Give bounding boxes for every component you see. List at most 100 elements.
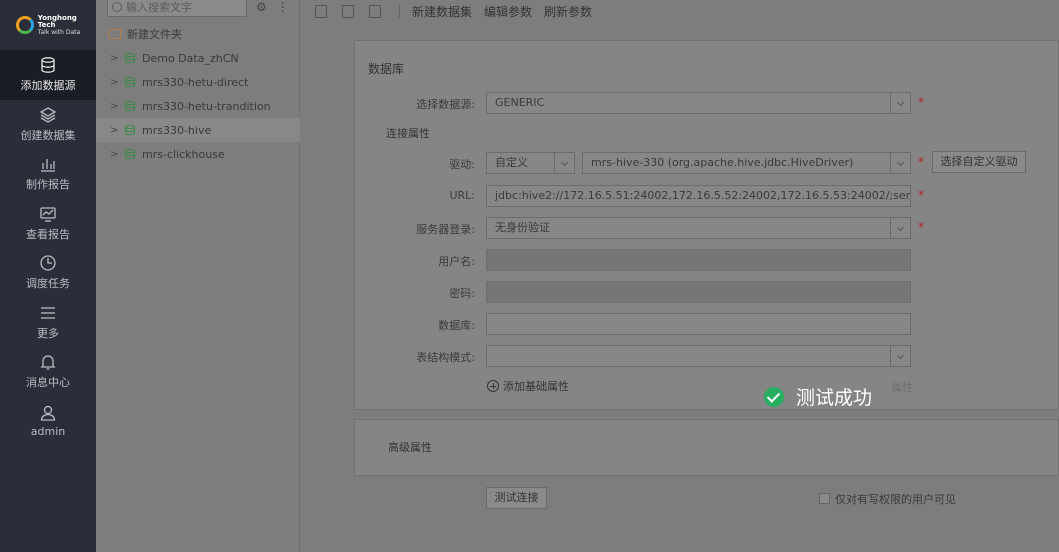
main-content: 数据库 选择数据源: GENERIC * 连接属性 驱动: 自定义 mrs-hi… [300,22,1059,552]
chevron-right-icon[interactable]: > [110,77,118,88]
tree-item-label: mrs330-hetu-direct [142,75,249,89]
tree-item[interactable]: > Demo Data_zhCN [96,46,300,70]
chevron-down-icon [554,153,574,173]
add-basic-prop-link[interactable]: 添加基础属性 [487,378,569,394]
nav-label: 消息中心 [26,376,70,390]
chart-icon [41,159,55,172]
password-input[interactable] [486,281,911,303]
tree-tools: ⚙ ⋮ [256,0,289,14]
login-value: 无身份验证 [495,221,550,234]
nav-label: 更多 [37,326,59,340]
select-driver-button[interactable]: 选择自定义驱动 [932,151,1026,173]
advanced-card: 高级属性 [354,419,1059,476]
user-icon [40,406,56,421]
settings-icon[interactable]: ⚙ [256,0,267,14]
new-folder-label: 新建文件夹 [127,28,182,41]
advanced-title[interactable]: 高级属性 [388,439,432,455]
chevron-right-icon[interactable]: > [110,101,118,112]
conn-props-title: 连接属性 [386,127,430,140]
check-circle-icon [764,386,784,407]
datasource-value: GENERIC [495,96,545,109]
driver-type-select[interactable]: 自定义 [486,152,575,174]
section-title: 数据库 [368,62,405,76]
edit-params-button[interactable]: 编辑参数 [484,3,532,20]
nav-item-more[interactable]: 更多 [0,298,96,348]
tree-item-label: mrs330-hive [142,123,212,137]
more-vertical-icon[interactable]: ⋮ [277,0,289,14]
brand-name: Yonghong Tech [37,13,77,29]
login-select[interactable]: 无身份验证 [486,217,911,239]
chevron-right-icon[interactable]: > [110,149,118,160]
nav-label: 创建数据集 [20,128,76,142]
schema-label: 表结构模式: [416,351,475,364]
new-dataset-button[interactable]: 新建数据集 [412,3,472,20]
database-icon [125,148,135,160]
nav-item-make-report[interactable]: 制作报告 [0,149,96,199]
datasource-select[interactable]: GENERIC [486,92,911,114]
tree-item[interactable]: > mrs330-hive [96,118,300,142]
tree-item-label: mrs-clickhouse [142,147,225,161]
nav-item-messages[interactable]: 消息中心 [0,347,96,397]
layers-icon [39,107,57,123]
database-card: 数据库 选择数据源: GENERIC * 连接属性 驱动: 自定义 mrs-hi… [354,40,1059,410]
refresh-params-button[interactable]: 刷新参数 [544,3,592,20]
chevron-right-icon[interactable]: > [110,125,118,136]
brand-tagline: Talk with Data [37,28,81,36]
nav-label: admin [30,425,66,439]
chevron-down-icon [890,153,910,173]
login-label: 服务器登录: [416,223,475,236]
driver-label: 驱动: [449,158,475,171]
tree-item-label: mrs330-hetu-trandition [142,99,271,113]
database-icon [41,57,55,74]
database-label: 数据库: [438,319,475,332]
nav-item-schedule[interactable]: 调度任务 [0,248,96,298]
toolbar-divider [399,4,400,18]
search-input[interactable]: 输入搜索文字 [107,0,247,17]
toast-message: 测试成功 [796,387,873,409]
required-marker: * [918,188,924,202]
chevron-down-icon [890,346,910,366]
driver-class-select[interactable]: mrs-hive-330 (org.apache.hive.jdbc.HiveD… [582,152,911,174]
username-input[interactable] [486,249,911,271]
driver-class-value: mrs-hive-330 (org.apache.hive.jdbc.HiveD… [591,156,854,169]
url-input[interactable]: jdbc:hive2://172.16.5.51:24002,172.16.5.… [486,185,911,207]
add-basic-prop-label: 添加基础属性 [503,380,569,393]
schema-select[interactable] [486,345,911,367]
add-other-prop-link[interactable]: 属性 [891,379,913,395]
database-icon [125,52,135,64]
nav-item-admin[interactable]: admin [0,397,96,447]
nav-item-add-datasource[interactable]: 添加数据源 [0,50,96,100]
success-toast: 测试成功 [764,383,872,410]
new-folder-item[interactable]: 新建文件夹 [96,22,300,46]
tree-item[interactable]: > mrs-clickhouse [96,142,300,166]
search-icon [112,2,122,12]
database-input[interactable] [486,313,911,335]
test-connection-button[interactable]: 测试连接 [486,487,547,509]
database-icon [125,76,135,88]
clock-icon [40,255,56,271]
nav-label: 制作报告 [26,178,70,192]
nav-item-view-report[interactable]: 查看报告 [0,199,96,249]
nav-label: 查看报告 [26,227,70,241]
logo: Yonghong Tech Talk with Data [0,0,96,50]
save-icon[interactable] [342,4,354,18]
tree-item[interactable]: > mrs330-hetu-trandition [96,94,300,118]
folder-icon [108,29,121,39]
tree-item[interactable]: > mrs330-hetu-direct [96,70,300,94]
datasource-tree: 输入搜索文字 ⚙ ⋮ 新建文件夹 > Demo Data_zhCN > mrs3… [96,0,300,552]
required-marker: * [918,95,924,109]
driver-type-value: 自定义 [495,156,528,169]
bell-icon [40,355,56,370]
save-as-icon[interactable] [369,4,381,18]
chevron-down-icon [890,218,910,238]
left-nav: Yonghong Tech Talk with Data 添加数据源 创建数据集… [0,0,96,552]
perm-checkbox[interactable] [819,493,830,504]
monitor-icon [40,207,56,222]
tree-item-label: Demo Data_zhCN [142,51,239,65]
new-file-icon[interactable] [315,4,327,18]
toolbar: 新建数据集 编辑参数 刷新参数 [300,0,1059,22]
nav-label: 添加数据源 [20,79,76,93]
chevron-right-icon[interactable]: > [110,53,118,64]
nav-item-create-dataset[interactable]: 创建数据集 [0,100,96,150]
database-icon [125,100,135,112]
